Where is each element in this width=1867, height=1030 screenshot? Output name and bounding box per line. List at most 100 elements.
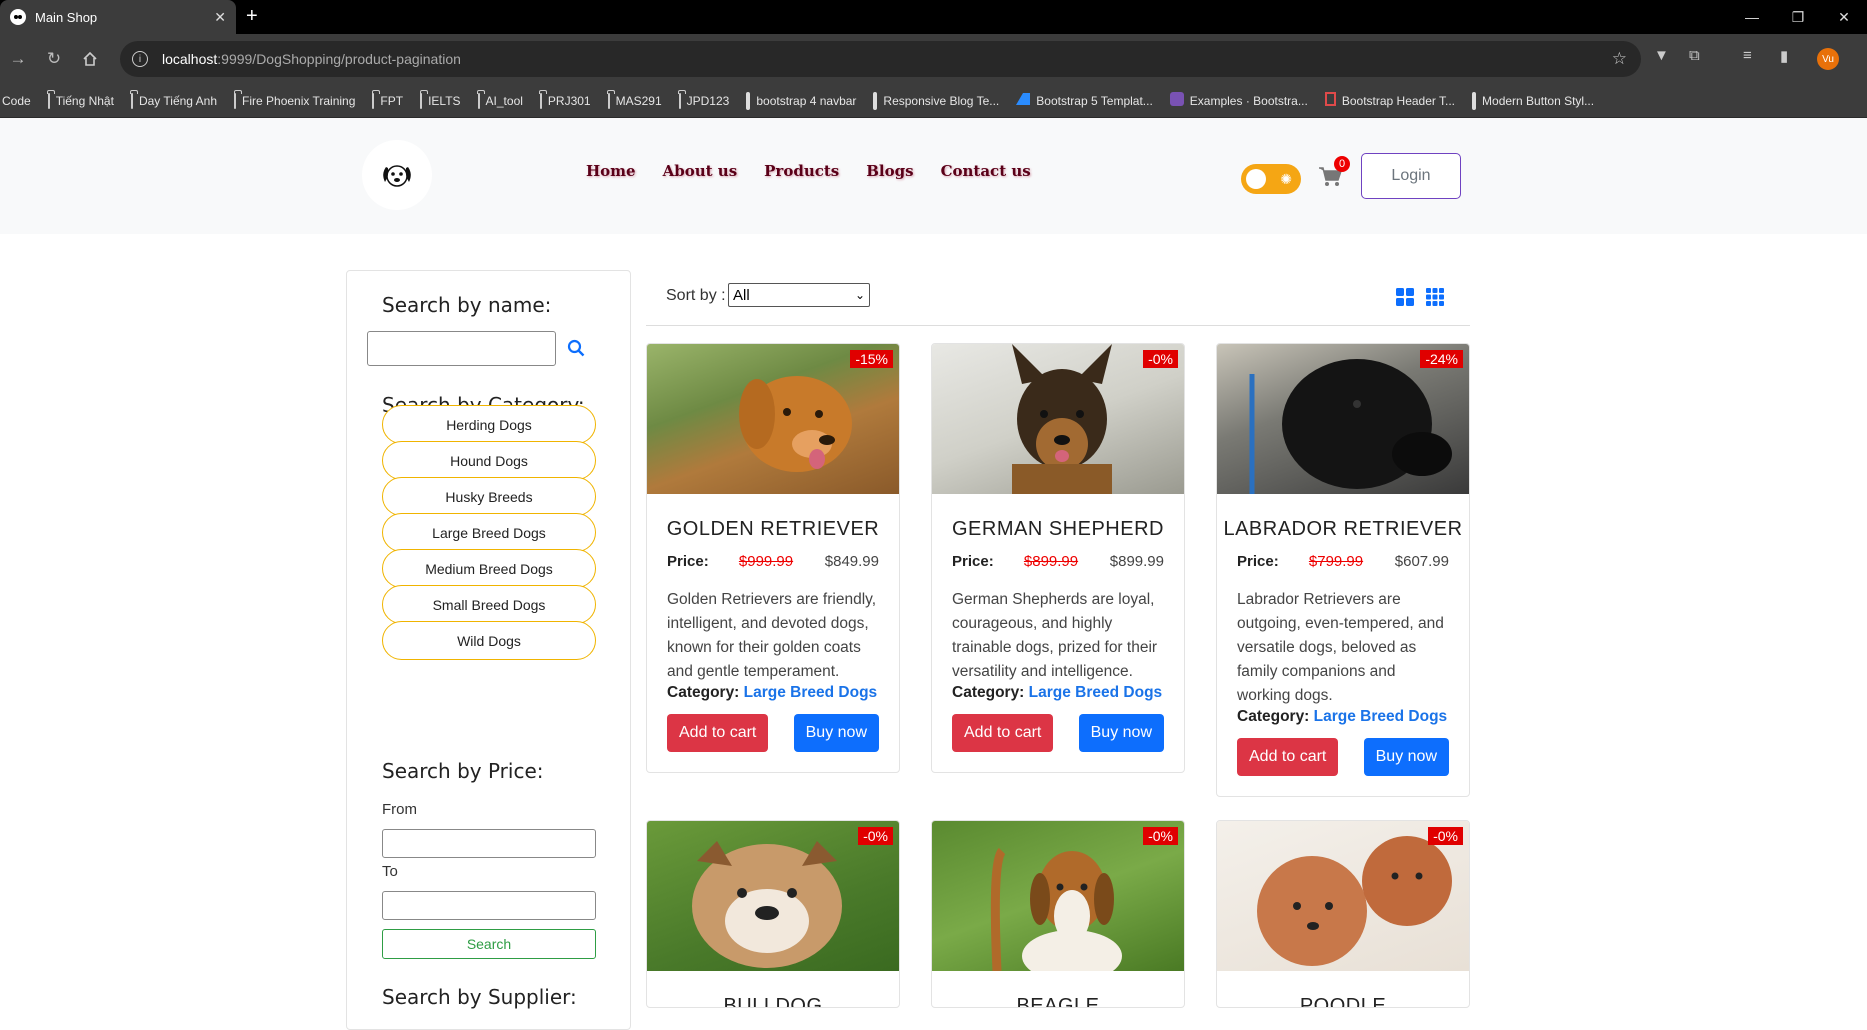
bookmark-item[interactable]: Fire Phoenix Training: [234, 92, 356, 109]
tab-title: Main Shop: [35, 9, 98, 25]
grid-3-view-icon[interactable]: [1426, 288, 1444, 306]
extension-vpn-icon[interactable]: ▼: [1654, 47, 1669, 64]
nav-products[interactable]: Products: [764, 162, 839, 180]
minimize-icon[interactable]: —: [1729, 0, 1775, 34]
browser-tab[interactable]: Main Shop ✕: [0, 0, 236, 34]
beagle-photo[interactable]: -0%: [932, 821, 1184, 971]
sort-select[interactable]: All ⌄: [728, 283, 870, 307]
bookmark-star-icon[interactable]: ☆: [1612, 49, 1627, 69]
labrador-photo[interactable]: -24%: [1217, 344, 1469, 494]
product-name[interactable]: LABRADOR RETRIEVER: [1217, 518, 1469, 541]
bookmark-label: bootstrap 4 navbar: [756, 93, 857, 108]
bookmark-item[interactable]: Responsive Blog Te...: [873, 91, 999, 110]
category-label: Category:: [1237, 708, 1310, 725]
bookmark-label: Examples · Bootstra...: [1189, 93, 1308, 108]
reload-icon[interactable]: ↻: [36, 41, 72, 77]
bookmark-item[interactable]: Tiếng Nhật: [47, 92, 114, 109]
bookmark-item[interactable]: MAS291: [607, 92, 662, 109]
bulldog-photo[interactable]: -0%: [647, 821, 899, 971]
bookmark-item[interactable]: PRJ301: [539, 92, 591, 109]
home-icon[interactable]: [72, 41, 108, 77]
nav-about[interactable]: About us: [663, 162, 738, 180]
sale-price: $849.99: [824, 553, 879, 570]
bookmark-label: JPD123: [686, 93, 730, 108]
media-control-icon[interactable]: ≡: [1743, 47, 1752, 64]
category-button[interactable]: Wild Dogs: [382, 621, 596, 660]
add-to-cart-button[interactable]: Add to cart: [667, 714, 769, 752]
price-search-button[interactable]: Search: [382, 929, 596, 959]
category-button[interactable]: Large Breed Dogs: [382, 513, 596, 552]
site-logo[interactable]: [362, 140, 432, 210]
category-button[interactable]: Herding Dogs: [382, 405, 596, 444]
search-by-price-title: Search by Price:: [382, 759, 544, 783]
price-to-input[interactable]: [382, 891, 596, 920]
bookmark-label: Modern Button Styl...: [1482, 93, 1595, 108]
product-name[interactable]: GERMAN SHEPHERD: [932, 518, 1184, 541]
bookmark-label: FPT: [380, 93, 404, 108]
bookmark-label: Code: [2, 93, 31, 108]
bookmark-item[interactable]: bootstrap 4 navbar: [746, 91, 857, 110]
site-info-icon[interactable]: i: [132, 51, 148, 67]
buy-now-button[interactable]: Buy now: [1078, 714, 1164, 752]
bookmark-item[interactable]: Bootstrap Header T...: [1324, 92, 1455, 109]
profile-avatar[interactable]: Vu: [1817, 48, 1839, 70]
nav-blogs[interactable]: Blogs: [866, 162, 913, 180]
bookmark-item[interactable]: Bootstrap 5 Templat...: [1016, 93, 1153, 108]
german-shepherd-photo[interactable]: -0%: [932, 344, 1184, 494]
url-input[interactable]: i localhost:9999/DogShopping/product-pag…: [120, 41, 1641, 77]
grid-2-view-icon[interactable]: [1396, 288, 1414, 306]
side-panel-icon[interactable]: ▮: [1780, 47, 1788, 65]
card-actions: Add to cart Buy now: [1217, 738, 1469, 776]
bookmark-item[interactable]: Day Tiếng Anh: [130, 92, 217, 109]
category-link[interactable]: Large Breed Dogs: [744, 684, 878, 701]
theme-toggle[interactable]: ✺: [1241, 164, 1301, 194]
category-button[interactable]: Husky Breeds: [382, 477, 596, 516]
poodle-photo[interactable]: -0%: [1217, 821, 1469, 971]
category-button[interactable]: Medium Breed Dogs: [382, 549, 596, 588]
product-card: -0% BEAGLE: [931, 820, 1185, 1008]
forward-icon[interactable]: →: [0, 41, 36, 77]
product-name[interactable]: GOLDEN RETRIEVER: [647, 518, 899, 541]
category-button[interactable]: Hound Dogs: [382, 441, 596, 480]
chevron-down-icon: ⌄: [854, 288, 865, 302]
product-card: -15% GOLDEN RETRIEVER Price: $999.99 $84…: [646, 343, 900, 773]
bookmark-item[interactable]: Examples · Bootstra...: [1169, 92, 1308, 109]
bookmark-item[interactable]: FPT: [372, 92, 404, 109]
bookmark-item[interactable]: JPD123: [678, 92, 730, 109]
buy-now-button[interactable]: Buy now: [1363, 738, 1449, 776]
bootstrap-icon: [1169, 92, 1184, 109]
product-name[interactable]: BEAGLE: [932, 995, 1184, 1007]
category-button[interactable]: Small Breed Dogs: [382, 585, 596, 624]
buy-now-button[interactable]: Buy now: [793, 714, 879, 752]
bookmark-label: Fire Phoenix Training: [242, 93, 356, 108]
close-window-icon[interactable]: ✕: [1821, 0, 1867, 34]
category-link[interactable]: Large Breed Dogs: [1029, 684, 1163, 701]
golden-retriever-photo[interactable]: -15%: [647, 344, 899, 494]
category-row: Category: Large Breed Dogs: [1217, 708, 1469, 726]
category-link[interactable]: Large Breed Dogs: [1314, 708, 1448, 725]
arrow-logo-icon: [1016, 93, 1031, 108]
product-name[interactable]: BULLDOG: [647, 995, 899, 1007]
price-from-label: From: [382, 801, 417, 818]
price-label: Price:: [667, 553, 709, 570]
bookmark-item[interactable]: AI_tool: [477, 92, 523, 109]
add-to-cart-button[interactable]: Add to cart: [952, 714, 1054, 752]
folder-icon: [234, 92, 237, 109]
price-from-input[interactable]: [382, 829, 596, 858]
tab-close-icon[interactable]: ✕: [214, 9, 226, 26]
folder-icon: [607, 92, 610, 109]
search-name-input[interactable]: [367, 331, 556, 366]
search-icon[interactable]: [567, 339, 585, 357]
add-to-cart-button[interactable]: Add to cart: [1237, 738, 1339, 776]
browser-tab-strip: Main Shop ✕ + — ❐ ✕: [0, 0, 1867, 34]
product-name[interactable]: POODLE: [1217, 995, 1469, 1007]
new-tab-icon[interactable]: +: [246, 5, 258, 28]
nav-home[interactable]: Home: [586, 162, 636, 180]
bookmark-item[interactable]: IELTS: [420, 92, 461, 109]
extensions-puzzle-icon[interactable]: ⧉: [1689, 47, 1700, 64]
nav-contact[interactable]: Contact us: [941, 162, 1031, 180]
bookmark-item[interactable]: Modern Button Styl...: [1472, 91, 1595, 110]
login-button[interactable]: Login: [1361, 153, 1461, 199]
bookmark-item[interactable]: Code: [2, 94, 31, 108]
restore-icon[interactable]: ❐: [1775, 0, 1821, 34]
